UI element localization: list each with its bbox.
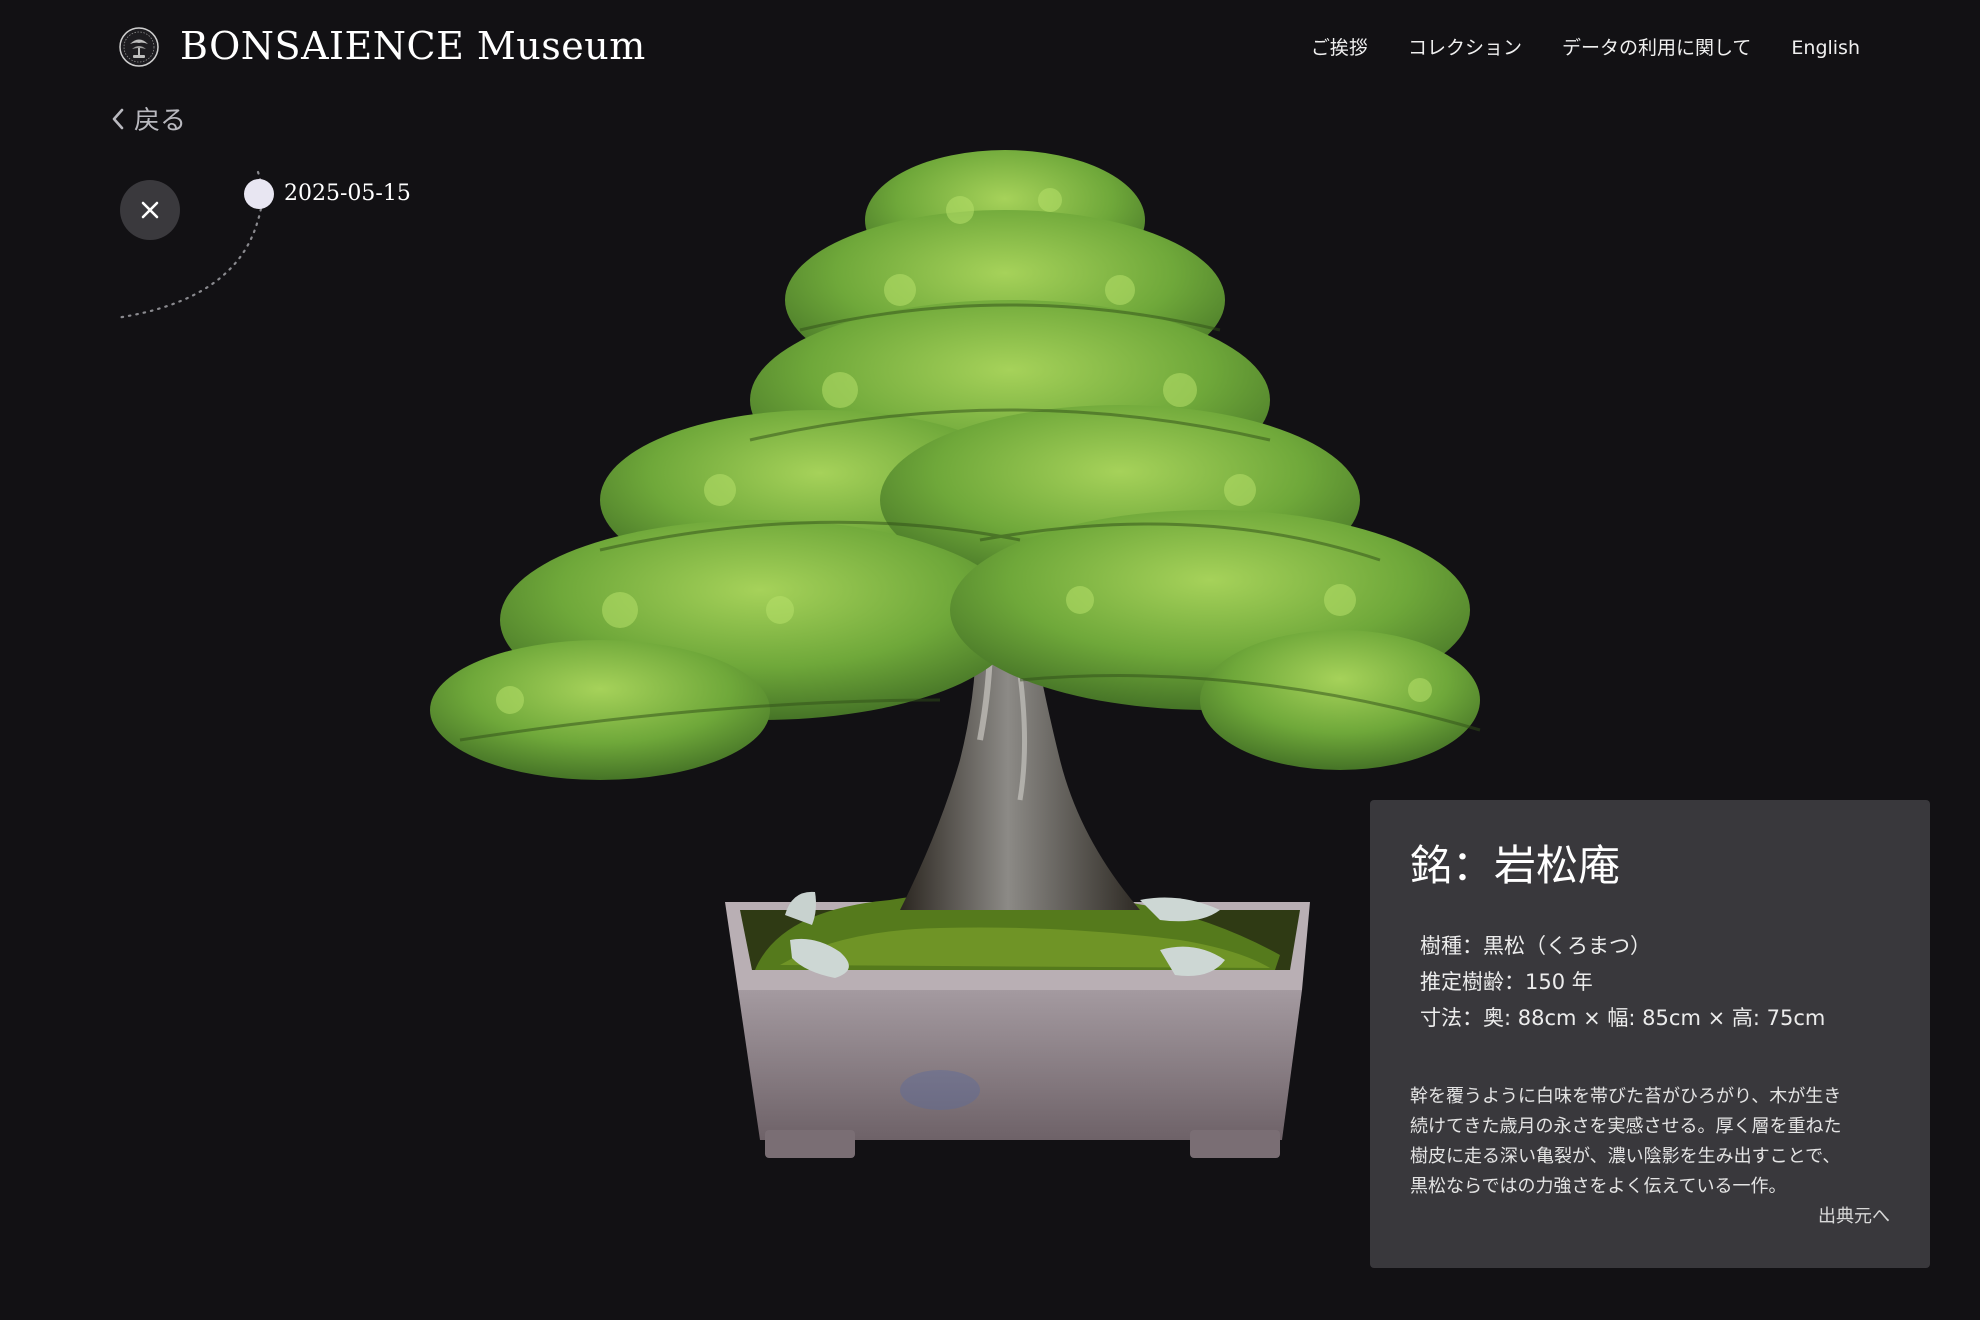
spec-age: 推定樹齢：150 年: [1420, 970, 1593, 994]
bonsai-image[interactable]: [420, 140, 1520, 1190]
info-card: 銘：岩松庵 樹種：黒松（くろまつ） 推定樹齢：150 年 寸法：奥: 88cm …: [1370, 800, 1930, 1268]
spec-size: 寸法：奥: 88cm × 幅: 85cm × 高: 75cm: [1420, 1006, 1826, 1030]
timeline-date[interactable]: 2025-05-15: [284, 179, 411, 209]
specs: 樹種：黒松（くろまつ） 推定樹齢：150 年 寸法：奥: 88cm × 幅: 8…: [1410, 928, 1890, 1036]
back-button[interactable]: 戻る: [108, 100, 186, 137]
site-header: BONSAIENCE Museum ご挨拶 コレクション データの利用に関して …: [0, 0, 1980, 96]
nav-data-usage[interactable]: データの利用に関して: [1562, 30, 1751, 66]
page: BONSAIENCE Museum ご挨拶 コレクション データの利用に関して …: [0, 0, 1980, 1320]
spec-species: 樹種：黒松（くろまつ）: [1420, 934, 1651, 958]
nav-collection[interactable]: コレクション: [1408, 30, 1522, 66]
site-title[interactable]: BONSAIENCE Museum: [180, 20, 646, 72]
main-nav: ご挨拶 コレクション データの利用に関して English: [1311, 30, 1860, 66]
chevron-left-icon: [112, 108, 124, 129]
bonsai-emblem-icon[interactable]: [118, 26, 160, 68]
nav-greeting[interactable]: ご挨拶: [1311, 30, 1368, 66]
card-title: 銘：岩松庵: [1410, 841, 1621, 890]
timeline-dot[interactable]: [244, 179, 274, 209]
back-label: 戻る: [134, 106, 187, 136]
description: 幹を覆うように白味を帯びた苔がひろがり、木が生き 続けてきた歳月の永さを実感させ…: [1410, 1086, 1842, 1197]
nav-english[interactable]: English: [1791, 30, 1860, 66]
source-link[interactable]: 出典元へ: [1818, 1202, 1890, 1228]
